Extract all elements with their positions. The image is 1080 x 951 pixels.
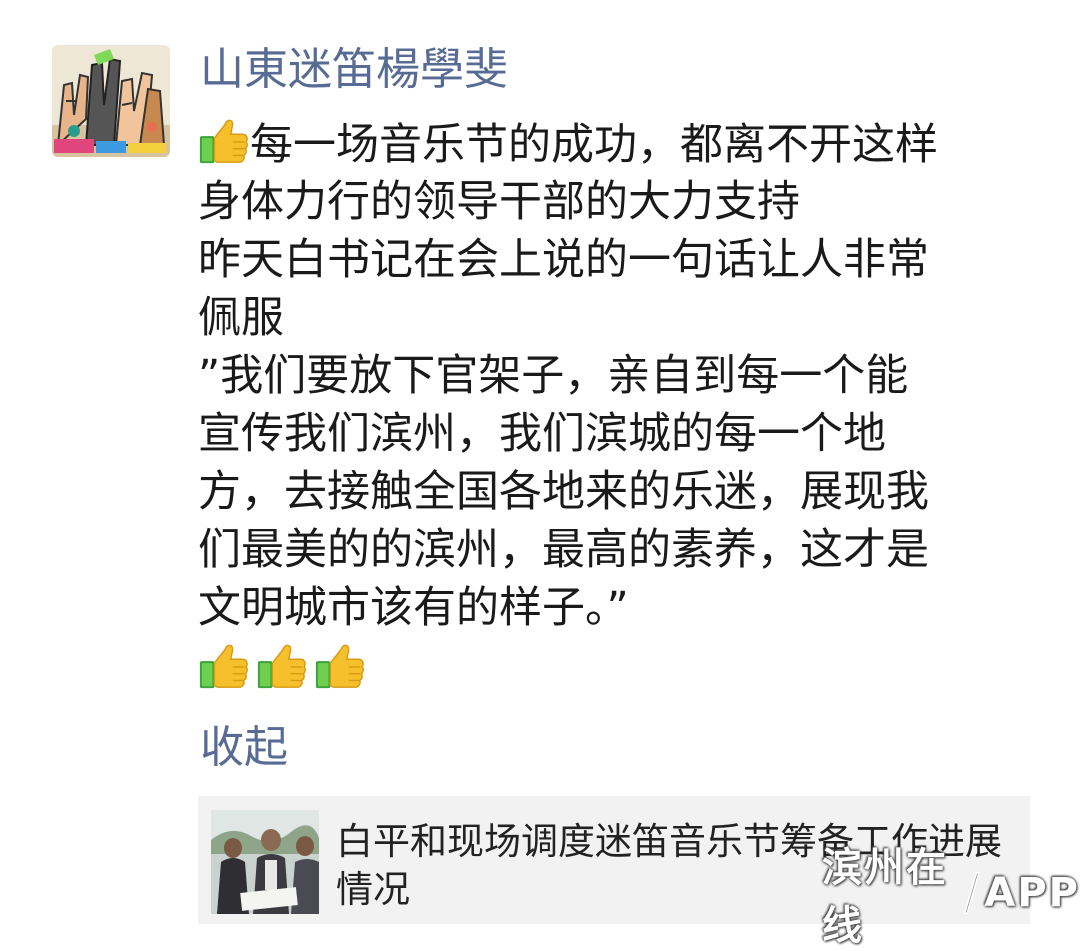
post-line-text: 每一场音乐节的成功，都离不开这样 — [250, 120, 938, 170]
post-author-name[interactable]: 山東迷笛楊學斐 — [200, 40, 508, 100]
watermark-text: 滨州在线 — [822, 845, 948, 949]
thumbs-up-icon — [257, 644, 306, 689]
collapse-button[interactable]: 收起 — [200, 720, 288, 776]
post-line: ”我们要放下官架子，亲自到每一个能 — [198, 351, 909, 401]
news-photo-thumbnail — [211, 810, 319, 914]
thumbs-up-icon — [199, 644, 248, 689]
collage-avatar-icon — [52, 45, 170, 157]
watermark-app-text: APP — [984, 870, 1080, 916]
watermark: 滨州在线 APP — [822, 845, 1080, 949]
post-line: 方，去接触全国各地来的乐迷，展现我 — [198, 467, 929, 517]
post-line: 昨天白书记在会上说的一句话让人非常 — [198, 235, 929, 285]
thumbs-up-row — [198, 640, 366, 696]
link-thumbnail — [211, 810, 319, 914]
thumbs-up-icon — [199, 119, 248, 164]
post-line: 宣传我们滨州，我们滨城的每一个地 — [198, 409, 886, 459]
post-line: 们最美的的滨州，最高的素养，这才是 — [198, 525, 929, 575]
thumbs-up-icon — [315, 644, 364, 689]
post-line: 身体力行的领导干部的大力支持 — [198, 177, 800, 227]
post-text: 每一场音乐节的成功，都离不开这样 身体力行的领导干部的大力支持 昨天白书记在会上… — [198, 115, 1048, 637]
post-line: 每一场音乐节的成功，都离不开这样 — [198, 115, 1048, 173]
post-line: 文明城市该有的样子。” — [198, 583, 629, 633]
slash-icon — [963, 871, 980, 915]
avatar[interactable] — [52, 45, 170, 157]
post-line: 佩服 — [198, 293, 284, 343]
